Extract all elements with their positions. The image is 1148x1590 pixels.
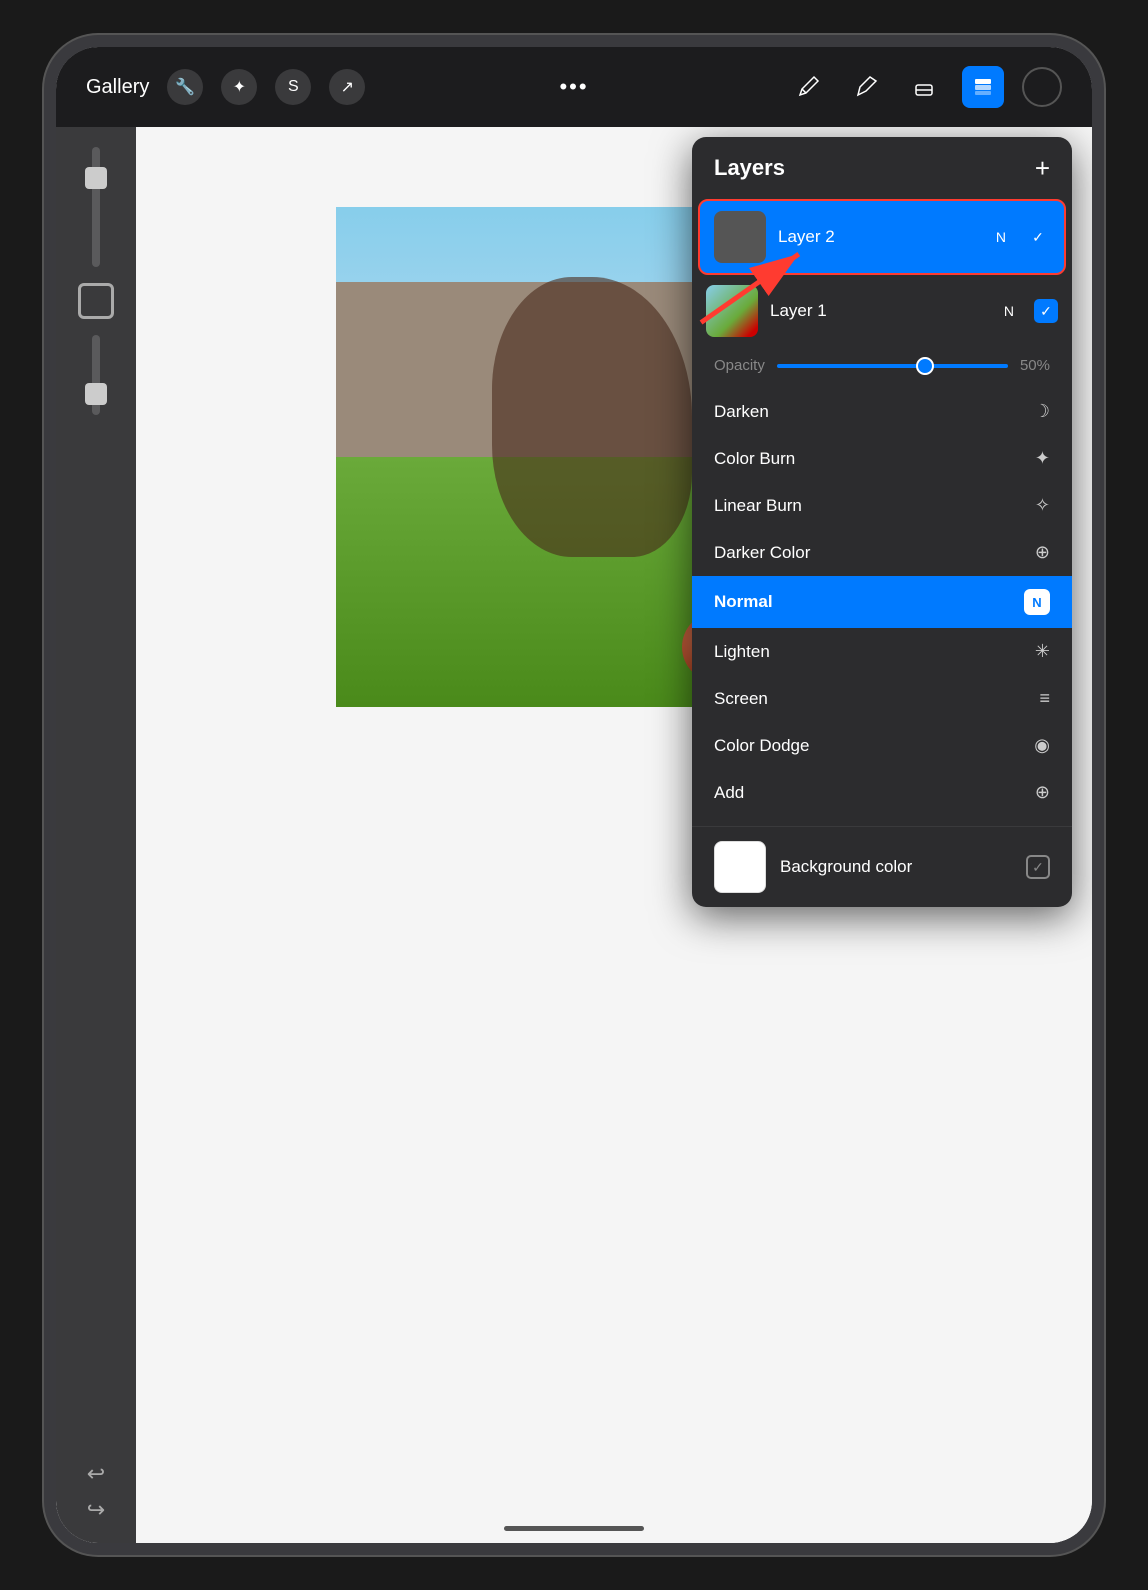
tablet-frame: Gallery 🔧 ✦ S ↗ ••• [44, 35, 1104, 1555]
blend-add[interactable]: Add ⊕ [692, 769, 1072, 816]
background-color-row[interactable]: Background color ✓ [692, 826, 1072, 907]
layer-2-thumbnail [714, 211, 766, 263]
opacity-row: Opacity 50% [692, 347, 1072, 388]
dog-silhouette [492, 277, 692, 557]
opacity-slider-sidebar[interactable] [92, 335, 100, 415]
layer-1-visibility[interactable]: ✓ [1034, 299, 1058, 323]
layers-button[interactable] [962, 66, 1004, 108]
blend-darken[interactable]: Darken ☽ [692, 388, 1072, 435]
eraser-icon[interactable] [904, 67, 944, 107]
lighten-icon: ✳ [1035, 641, 1050, 662]
wrench-icon[interactable]: 🔧 [167, 69, 203, 105]
blend-normal[interactable]: Normal N [692, 576, 1072, 628]
background-color-checkbox[interactable]: ✓ [1026, 855, 1050, 879]
gallery-button[interactable]: Gallery [86, 76, 149, 99]
undo-redo-group: ↩ ↪ [87, 1461, 105, 1523]
background-color-swatch[interactable] [714, 841, 766, 893]
layers-title: Layers [714, 155, 785, 181]
color-dodge-icon: ◉ [1034, 735, 1050, 756]
layer-1-mode: N [1004, 303, 1014, 319]
home-indicator [504, 1526, 644, 1531]
brush-size-slider[interactable] [92, 147, 100, 267]
layer-1-thumbnail [706, 285, 758, 337]
color-burn-icon: ✦ [1035, 448, 1050, 469]
blend-linear-burn[interactable]: Linear Burn ✧ [692, 482, 1072, 529]
blend-screen[interactable]: Screen ≡ [692, 675, 1072, 722]
blend-lighten[interactable]: Lighten ✳ [692, 628, 1072, 675]
dots-menu[interactable]: ••• [559, 74, 588, 100]
top-bar: Gallery 🔧 ✦ S ↗ ••• [56, 47, 1092, 127]
top-bar-left: Gallery 🔧 ✦ S ↗ [86, 69, 365, 105]
blend-modes-list: Darken ☽ Color Burn ✦ Linear Burn ✧ Dark… [692, 388, 1072, 826]
opacity-label: Opacity [714, 357, 765, 374]
darker-color-icon: ⊕ [1035, 542, 1050, 563]
background-color-label: Background color [780, 857, 1012, 877]
layer-item-2[interactable]: Layer 2 N ✓ [698, 199, 1066, 275]
linear-burn-icon: ✧ [1035, 495, 1050, 516]
screen-icon: ≡ [1039, 688, 1050, 709]
layer-2-visibility[interactable]: ✓ [1026, 225, 1050, 249]
normal-icon: N [1024, 589, 1050, 615]
opacity-slider[interactable] [777, 364, 1008, 368]
blend-color-dodge[interactable]: Color Dodge ◉ [692, 722, 1072, 769]
blend-color-burn[interactable]: Color Burn ✦ [692, 435, 1072, 482]
transform-icon[interactable]: ↗ [329, 69, 365, 105]
undo-button[interactable]: ↩ [87, 1461, 105, 1487]
blend-darker-color[interactable]: Darker Color ⊕ [692, 529, 1072, 576]
layer-item-1[interactable]: Layer 1 N ✓ [692, 275, 1072, 347]
size-slider-track [92, 147, 100, 267]
layers-header: Layers + [692, 137, 1072, 199]
left-sidebar: ↩ ↪ [56, 127, 136, 1543]
layer-2-mode: N [996, 229, 1006, 245]
tablet-screen: Gallery 🔧 ✦ S ↗ ••• [56, 47, 1092, 1543]
layer-1-name: Layer 1 [770, 301, 992, 321]
top-bar-right [788, 66, 1062, 108]
top-bar-center: ••• [559, 74, 588, 100]
main-area: ↩ ↪ [56, 127, 1092, 1543]
darken-icon: ☽ [1034, 401, 1050, 422]
brush-icon[interactable] [788, 67, 828, 107]
add-icon: ⊕ [1035, 782, 1050, 803]
opacity-slider-thumb [85, 383, 107, 405]
size-slider-thumb [85, 167, 107, 189]
layer-2-name: Layer 2 [778, 227, 984, 247]
magic-icon[interactable]: ✦ [221, 69, 257, 105]
opacity-value: 50% [1020, 357, 1050, 374]
smudge-icon[interactable] [846, 67, 886, 107]
opacity-slider-thumb [916, 357, 934, 375]
layers-panel: Layers + Layer 2 N ✓ Layer 1 N ✓ [692, 137, 1072, 907]
selection-icon[interactable]: S [275, 69, 311, 105]
color-square[interactable] [78, 283, 114, 319]
add-layer-button[interactable]: + [1035, 155, 1050, 181]
avatar[interactable] [1022, 67, 1062, 107]
redo-button[interactable]: ↪ [87, 1497, 105, 1523]
